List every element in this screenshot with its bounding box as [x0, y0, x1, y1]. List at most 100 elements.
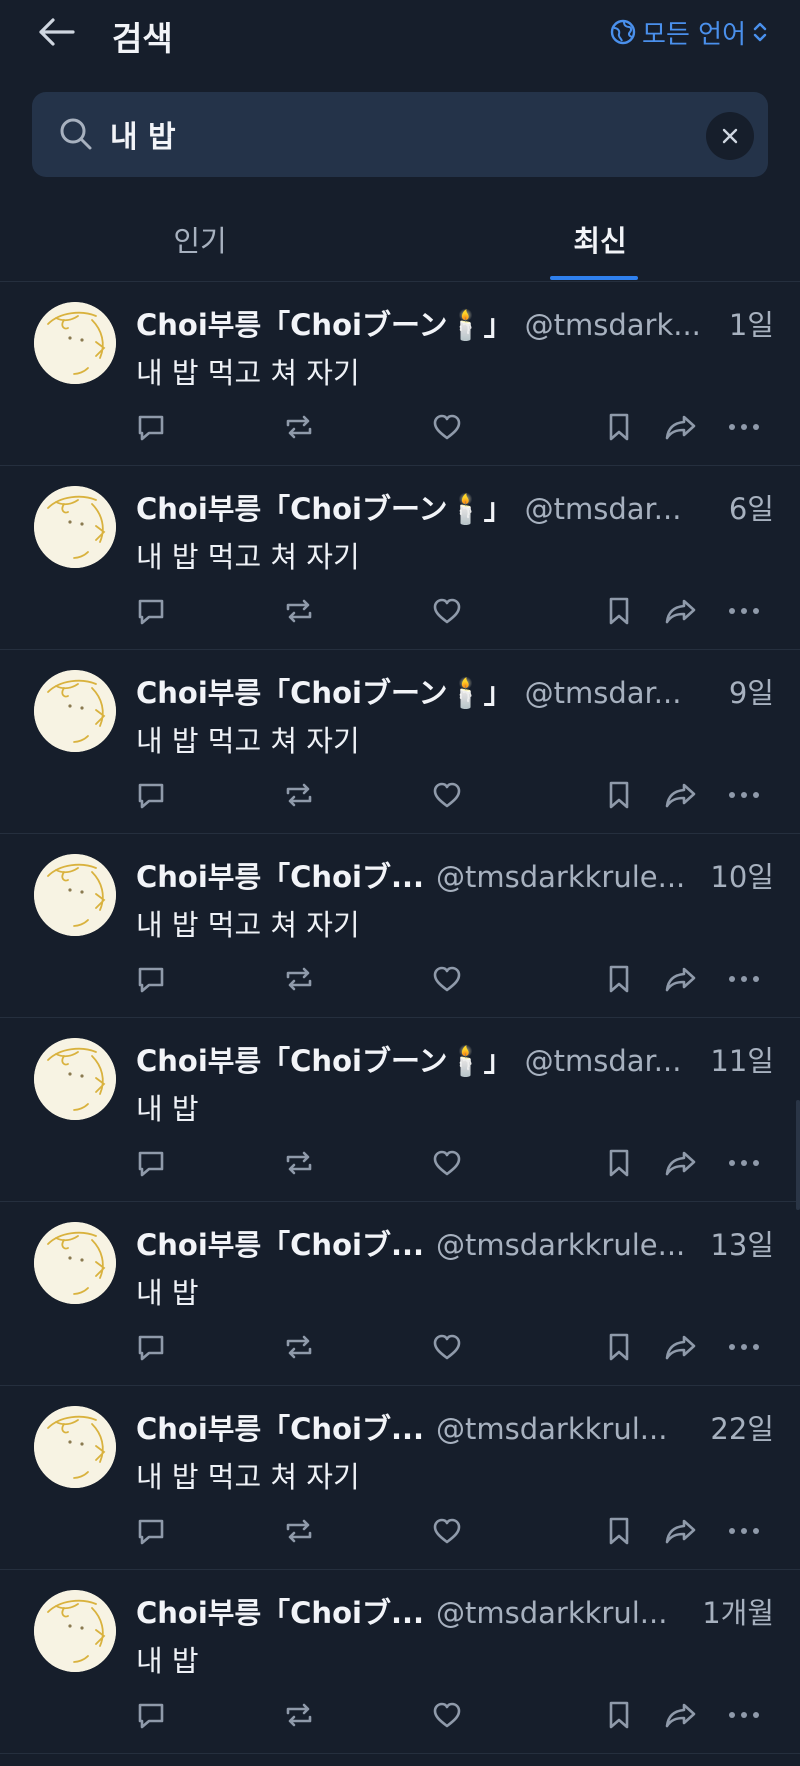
avatar[interactable] — [34, 486, 116, 568]
avatar[interactable] — [34, 302, 116, 384]
active-tab-indicator — [550, 276, 638, 280]
bookmark-button[interactable] — [601, 410, 637, 444]
repost-button[interactable] — [281, 594, 317, 628]
post-item[interactable]: Choi부릉「Choiブ... @tmsdarkkrul... 1개월 내 밥 — [0, 1570, 800, 1754]
tab-latest[interactable]: 최신 — [400, 200, 800, 282]
like-button[interactable] — [429, 778, 465, 812]
repost-icon — [286, 599, 312, 623]
more-options-button[interactable] — [726, 778, 762, 812]
author-handle[interactable]: @tmsdar... — [525, 1044, 682, 1078]
like-button[interactable] — [429, 410, 465, 444]
bookmark-button[interactable] — [601, 778, 637, 812]
more-options-button[interactable] — [726, 1698, 762, 1732]
repost-button[interactable] — [281, 1330, 317, 1364]
post-text: 내 밥 먹고 쳐 자기 — [136, 1460, 360, 1494]
author-name[interactable]: Choi부릉「Choiブーン🕯️」 — [136, 302, 513, 342]
author-handle[interactable]: @tmsdar... — [525, 492, 682, 526]
avatar-image — [34, 670, 116, 752]
more-icon — [729, 608, 759, 614]
more-options-button[interactable] — [726, 962, 762, 996]
share-button[interactable] — [663, 594, 699, 628]
language-select[interactable]: 모든 언어 — [610, 14, 768, 50]
bookmark-button[interactable] — [601, 1330, 637, 1364]
back-button[interactable] — [34, 14, 78, 50]
reply-button[interactable] — [133, 1146, 169, 1180]
avatar[interactable] — [34, 1406, 116, 1488]
clear-search-button[interactable] — [706, 112, 754, 160]
more-options-button[interactable] — [726, 1146, 762, 1180]
post-item[interactable]: Choi부릉「Choiブーン🕯️」 @tmsdar... 9일 내 밥 먹고 쳐… — [0, 650, 800, 834]
share-button[interactable] — [663, 1698, 699, 1732]
reply-button[interactable] — [133, 1330, 169, 1364]
scrollbar[interactable] — [796, 1100, 800, 1210]
like-button[interactable] — [429, 1698, 465, 1732]
share-button[interactable] — [663, 1330, 699, 1364]
share-button[interactable] — [663, 778, 699, 812]
more-options-button[interactable] — [726, 1514, 762, 1548]
post-meta: Choi부릉「Choiブ... @tmsdarkkrul... 22일 — [136, 1406, 774, 1446]
author-handle[interactable]: @tmsdarkkrule... — [436, 1228, 685, 1262]
avatar[interactable] — [34, 1038, 116, 1120]
author-name[interactable]: Choi부릉「Choiブーン🕯️」 — [136, 1038, 513, 1078]
post-item[interactable]: Choi부릉「Choiブ... @tmsdarkkrule... 10일 내 밥… — [0, 834, 800, 1018]
repost-button[interactable] — [281, 778, 317, 812]
search-input[interactable] — [110, 110, 670, 158]
post-item[interactable]: Choi부릉「Choiブ... @tmsdarkkrul... 22일 내 밥 … — [0, 1386, 800, 1570]
reply-icon — [138, 415, 164, 441]
author-name[interactable]: Choi부릉「Choiブ... — [136, 1222, 424, 1262]
author-handle[interactable]: @tmsdarkkrule... — [436, 860, 685, 894]
bookmark-button[interactable] — [601, 1146, 637, 1180]
author-handle[interactable]: @tmsdark... — [525, 308, 701, 342]
share-button[interactable] — [663, 1146, 699, 1180]
share-button[interactable] — [663, 410, 699, 444]
post-item[interactable]: Choi부릉「Choiブーン🕯️」 @tmsdar... 11일 내 밥 — [0, 1018, 800, 1202]
more-options-button[interactable] — [726, 1330, 762, 1364]
avatar[interactable] — [34, 1590, 116, 1672]
more-options-button[interactable] — [726, 594, 762, 628]
repost-icon — [286, 1151, 312, 1175]
post-item[interactable]: Choi부릉「Choiブ... @tmsdarkkrule... 13일 내 밥 — [0, 1202, 800, 1386]
reply-button[interactable] — [133, 410, 169, 444]
like-button[interactable] — [429, 962, 465, 996]
more-options-button[interactable] — [726, 410, 762, 444]
bookmark-button[interactable] — [601, 594, 637, 628]
author-handle[interactable]: @tmsdarkkrul... — [436, 1412, 667, 1446]
reply-button[interactable] — [133, 1698, 169, 1732]
reply-button[interactable] — [133, 778, 169, 812]
like-button[interactable] — [429, 1330, 465, 1364]
bookmark-icon — [609, 965, 629, 993]
repost-button[interactable] — [281, 1514, 317, 1548]
repost-button[interactable] — [281, 1698, 317, 1732]
post-time: 1개월 — [702, 1596, 774, 1630]
avatar[interactable] — [34, 670, 116, 752]
like-button[interactable] — [429, 594, 465, 628]
avatar[interactable] — [34, 1222, 116, 1304]
author-handle[interactable]: @tmsdarkkrul... — [436, 1596, 667, 1630]
author-name[interactable]: Choi부릉「Choiブ... — [136, 1406, 424, 1446]
reply-button[interactable] — [133, 594, 169, 628]
author-name[interactable]: Choi부릉「Choiブーン🕯️」 — [136, 486, 513, 526]
avatar[interactable] — [34, 854, 116, 936]
repost-icon — [286, 1519, 312, 1543]
like-button[interactable] — [429, 1514, 465, 1548]
share-button[interactable] — [663, 1514, 699, 1548]
bookmark-button[interactable] — [601, 1514, 637, 1548]
post-item[interactable]: Choi부릉「Choiブーン🕯️」 @tmsdark... 1일 내 밥 먹고 … — [0, 282, 800, 466]
bookmark-button[interactable] — [601, 1698, 637, 1732]
repost-button[interactable] — [281, 962, 317, 996]
bookmark-button[interactable] — [601, 962, 637, 996]
like-button[interactable] — [429, 1146, 465, 1180]
repost-button[interactable] — [281, 410, 317, 444]
author-name[interactable]: Choi부릉「Choiブ... — [136, 854, 424, 894]
reply-button[interactable] — [133, 1514, 169, 1548]
reply-button[interactable] — [133, 962, 169, 996]
tab-popular[interactable]: 인기 — [0, 200, 400, 282]
share-button[interactable] — [663, 962, 699, 996]
author-name[interactable]: Choi부릉「Choiブ... — [136, 1590, 424, 1630]
bookmark-icon — [609, 1149, 629, 1177]
author-handle[interactable]: @tmsdar... — [525, 676, 682, 710]
repost-button[interactable] — [281, 1146, 317, 1180]
more-icon — [729, 1344, 759, 1350]
author-name[interactable]: Choi부릉「Choiブーン🕯️」 — [136, 670, 513, 710]
post-item[interactable]: Choi부릉「Choiブーン🕯️」 @tmsdar... 6일 내 밥 먹고 쳐… — [0, 466, 800, 650]
